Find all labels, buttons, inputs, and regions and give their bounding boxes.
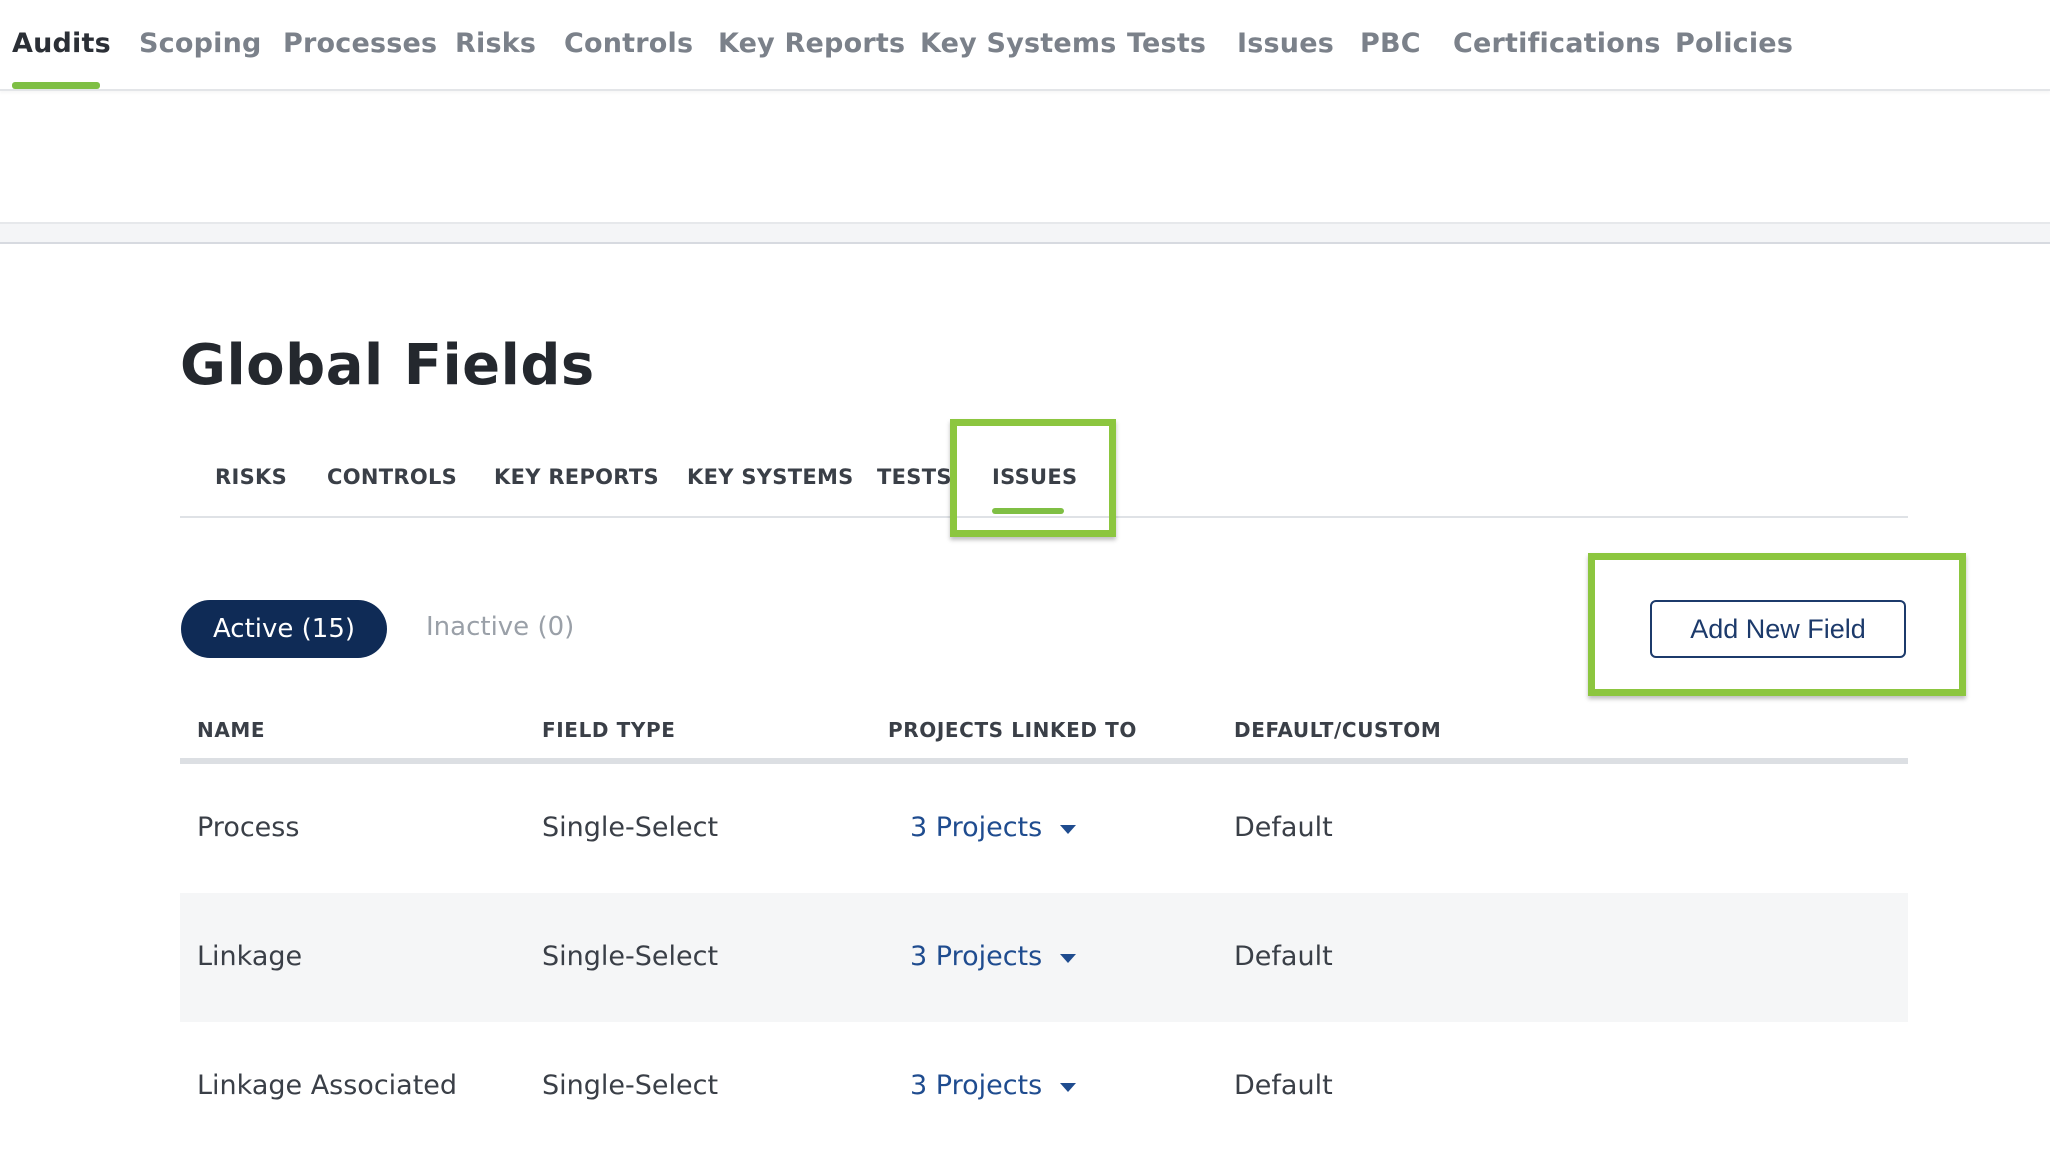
projects-count: 3 Projects	[910, 1070, 1043, 1101]
cell-field-type: Single-Select	[542, 941, 719, 972]
chevron-down-icon[interactable]	[1060, 825, 1077, 834]
table-row[interactable]: Process Single-Select 3 Projects Default	[180, 764, 1908, 893]
projects-count: 3 Projects	[910, 812, 1043, 843]
cell-name: Linkage	[197, 941, 303, 972]
active-nav-indicator	[12, 82, 100, 89]
add-field-highlight	[1588, 553, 1966, 696]
nav-item-issues[interactable]: Issues	[1237, 28, 1334, 59]
nav-item-certifications[interactable]: Certifications	[1453, 28, 1661, 59]
projects-dropdown[interactable]: 3 Projects	[910, 941, 1077, 972]
nav-item-tests[interactable]: Tests	[1127, 28, 1206, 59]
nav-item-pbc[interactable]: PBC	[1360, 28, 1421, 59]
tab-tests[interactable]: TESTS	[877, 465, 952, 489]
tab-key-systems[interactable]: KEY SYSTEMS	[687, 465, 854, 489]
top-nav: Audits Scoping Processes Risks Controls …	[0, 0, 2050, 91]
table-row[interactable]: Linkage Single-Select 3 Projects Default	[180, 893, 1908, 1022]
page-title: Global Fields	[180, 333, 595, 398]
projects-count: 3 Projects	[910, 941, 1043, 972]
table-row[interactable]: Linkage Associated Single-Select 3 Proje…	[180, 1022, 1908, 1151]
cell-default-custom: Default	[1234, 941, 1333, 972]
cell-name: Linkage Associated	[197, 1070, 458, 1101]
filter-inactive-button[interactable]: Inactive (0)	[426, 612, 574, 642]
table-header: NAME FIELD TYPE PROJECTS LINKED TO DEFAU…	[180, 710, 1908, 764]
nav-item-audits[interactable]: Audits	[12, 28, 111, 59]
column-header-field-type[interactable]: FIELD TYPE	[542, 718, 676, 742]
projects-dropdown[interactable]: 3 Projects	[910, 1070, 1077, 1101]
global-fields-table: NAME FIELD TYPE PROJECTS LINKED TO DEFAU…	[180, 710, 1908, 1151]
nav-item-risks[interactable]: Risks	[455, 28, 536, 59]
column-header-name[interactable]: NAME	[197, 718, 265, 742]
filter-active-button[interactable]: Active (15)	[181, 600, 387, 658]
nav-item-key-reports[interactable]: Key Reports	[718, 28, 905, 59]
cell-field-type: Single-Select	[542, 1070, 719, 1101]
nav-item-policies[interactable]: Policies	[1675, 28, 1793, 59]
projects-dropdown[interactable]: 3 Projects	[910, 812, 1077, 843]
tab-risks[interactable]: RISKS	[215, 465, 287, 489]
chevron-down-icon[interactable]	[1060, 954, 1077, 963]
cell-default-custom: Default	[1234, 812, 1333, 843]
nav-item-key-systems[interactable]: Key Systems	[920, 28, 1117, 59]
tab-key-reports[interactable]: KEY REPORTS	[494, 465, 659, 489]
column-header-default-custom[interactable]: DEFAULT/CUSTOM	[1234, 718, 1441, 742]
issues-tab-highlight	[950, 419, 1116, 537]
nav-item-scoping[interactable]: Scoping	[139, 28, 262, 59]
chevron-down-icon[interactable]	[1060, 1083, 1077, 1092]
cell-name: Process	[197, 812, 300, 843]
nav-item-controls[interactable]: Controls	[564, 28, 693, 59]
column-header-projects[interactable]: PROJECTS LINKED TO	[888, 718, 1137, 742]
section-divider	[0, 222, 2050, 244]
nav-item-processes[interactable]: Processes	[283, 28, 437, 59]
cell-field-type: Single-Select	[542, 812, 719, 843]
cell-default-custom: Default	[1234, 1070, 1333, 1101]
tab-controls[interactable]: CONTROLS	[327, 465, 457, 489]
